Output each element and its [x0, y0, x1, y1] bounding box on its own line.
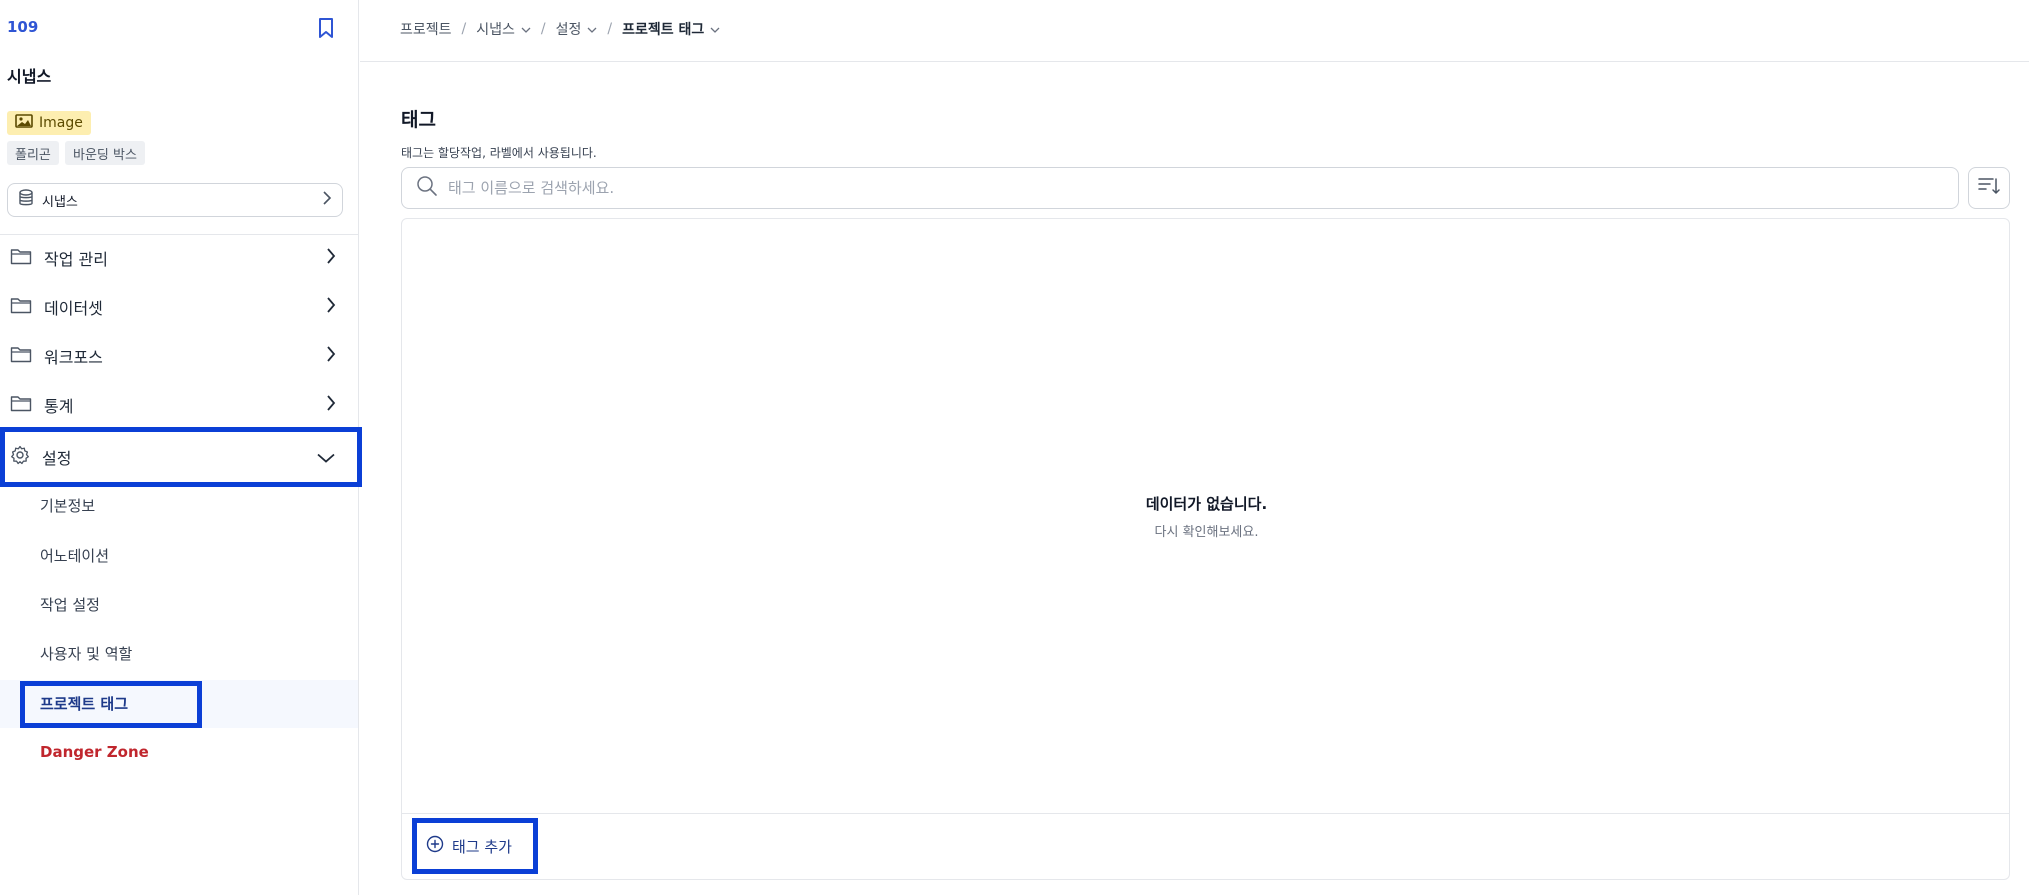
chevron-right-icon — [326, 297, 336, 317]
settings-sub-users-roles[interactable]: 사용자 및 역할 — [40, 643, 132, 664]
chevron-right-icon — [326, 395, 336, 415]
sidebar-item-label: 설정 — [42, 449, 72, 468]
database-icon — [18, 189, 34, 211]
chevron-down-icon — [710, 21, 720, 37]
chip-polygon: 폴리곤 — [7, 141, 59, 165]
sidebar-item-settings[interactable]: 설정 — [0, 427, 362, 487]
sidebar-item-dataset[interactable]: 데이터셋 — [0, 285, 358, 329]
sidebar-item-label: 워크포스 — [44, 348, 103, 367]
sort-icon — [1978, 176, 2000, 200]
tag-list-panel: 데이터가 없습니다. 다시 확인해보세요. 태그 추가 — [401, 218, 2010, 880]
sidebar-item-workforce[interactable]: 워크포스 — [0, 334, 358, 378]
breadcrumb-separator: / — [461, 21, 467, 37]
settings-sub-basic-info[interactable]: 기본정보 — [40, 495, 95, 516]
breadcrumb-label: 설정 — [555, 22, 582, 38]
breadcrumb: 프로젝트 / 시냅스 / 설정 / 프로젝트 태그 — [400, 19, 720, 39]
gear-icon — [10, 445, 30, 469]
sidebar-item-task-management[interactable]: 작업 관리 — [0, 236, 358, 280]
breadcrumb-project[interactable]: 프로젝트 — [400, 19, 452, 39]
sidebar: 109 시냅스 Image 폴리곤 바운딩 박스 시냅스 작업 관리 데이터셋 … — [0, 0, 362, 895]
add-tag-label: 태그 추가 — [452, 837, 512, 856]
chevron-down-icon — [317, 448, 335, 467]
chevron-right-icon — [326, 346, 336, 366]
search-icon — [416, 175, 438, 201]
project-id: 109 — [7, 18, 39, 36]
folder-icon — [10, 345, 32, 367]
sidebar-item-statistics[interactable]: 통계 — [0, 383, 358, 427]
sidebar-item-label: 작업 관리 — [44, 250, 108, 269]
settings-sub-annotation[interactable]: 어노테이션 — [40, 545, 109, 566]
breadcrumb-label: 프로젝트 — [400, 22, 452, 38]
sort-button[interactable] — [1968, 167, 2010, 209]
chevron-down-icon — [587, 21, 597, 37]
project-name: 시냅스 — [7, 67, 52, 86]
breadcrumb-synapse[interactable]: 시냅스 — [476, 19, 531, 39]
chevron-right-icon — [326, 248, 336, 268]
search-box[interactable] — [401, 167, 1959, 209]
image-badge-label: Image — [39, 115, 83, 131]
breadcrumb-settings[interactable]: 설정 — [556, 19, 598, 39]
breadcrumb-label: 시냅스 — [476, 22, 515, 38]
sidebar-item-label: 통계 — [44, 397, 74, 416]
page-description: 태그는 할당작업, 라벨에서 사용됩니다. — [401, 146, 597, 160]
empty-state-title: 데이터가 없습니다. — [1145, 495, 1268, 513]
sidebar-divider — [0, 234, 359, 235]
bookmark-icon[interactable] — [316, 17, 336, 39]
chevron-down-icon — [521, 21, 531, 37]
settings-sub-danger-zone[interactable]: Danger Zone — [40, 743, 149, 761]
empty-state-subtitle: 다시 확인해보세요. — [1154, 525, 1259, 540]
panel-footer-divider — [402, 813, 2009, 814]
plus-circle-icon — [426, 835, 444, 857]
breadcrumb-label: 프로젝트 태그 — [622, 22, 705, 38]
image-type-badge: Image — [7, 111, 91, 135]
image-icon — [15, 114, 33, 132]
dataset-label: 시냅스 — [42, 194, 78, 210]
breadcrumb-project-tags[interactable]: 프로젝트 태그 — [622, 19, 720, 39]
chevron-right-icon — [322, 191, 332, 209]
sidebar-item-label: 데이터셋 — [44, 299, 103, 318]
page-title: 태그 — [401, 109, 436, 131]
breadcrumb-separator: / — [607, 21, 613, 37]
folder-icon — [10, 296, 32, 318]
chip-bounding-box: 바운딩 박스 — [65, 141, 145, 165]
dataset-button[interactable]: 시냅스 — [7, 183, 343, 217]
add-tag-button[interactable]: 태그 추가 — [412, 818, 538, 874]
folder-icon — [10, 394, 32, 416]
tag-search-input[interactable] — [448, 179, 1848, 197]
breadcrumb-separator: / — [540, 21, 546, 37]
settings-sub-task-settings[interactable]: 작업 설정 — [40, 594, 100, 615]
topbar: 프로젝트 / 시냅스 / 설정 / 프로젝트 태그 — [360, 0, 2029, 62]
highlight-box — [20, 681, 202, 728]
folder-icon — [10, 247, 32, 269]
